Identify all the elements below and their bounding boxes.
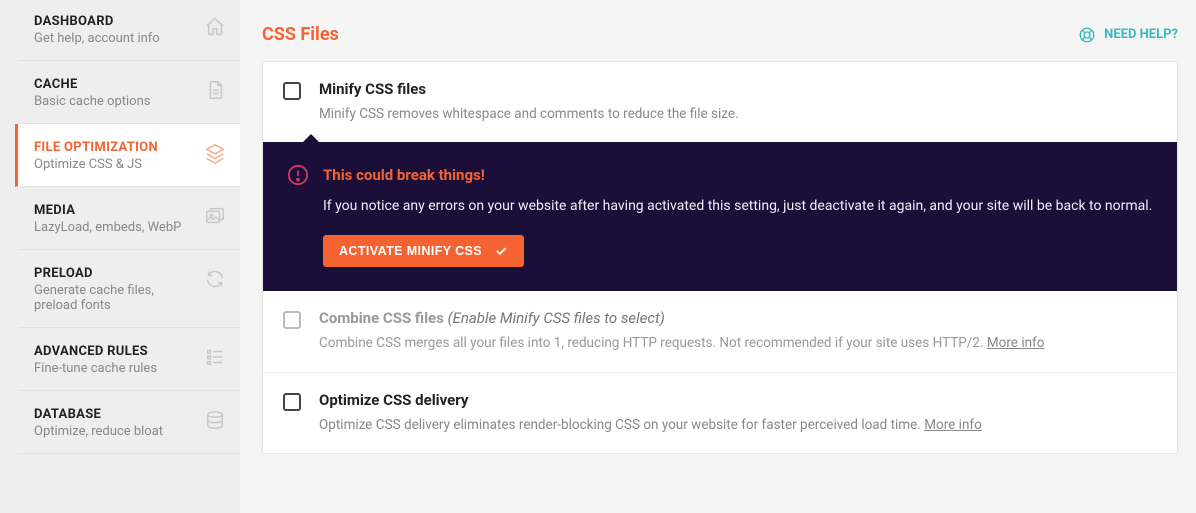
sidebar-item-title: CACHE — [34, 77, 196, 92]
sidebar-item-sub: Basic cache options — [34, 94, 196, 109]
need-help-link[interactable]: NEED HELP? — [1078, 26, 1178, 44]
images-icon — [204, 205, 226, 227]
home-icon — [204, 16, 226, 38]
warning-body: If you notice any errors on your website… — [323, 196, 1153, 217]
main-content: CSS Files NEED HELP? Minify CSS files Mi… — [240, 0, 1196, 513]
option-combine-css: Combine CSS files (Enable Minify CSS fil… — [263, 291, 1177, 372]
option-title: Minify CSS files — [319, 80, 1157, 98]
sidebar-item-title: PRELOAD — [34, 266, 196, 281]
sidebar-item-preload[interactable]: PRELOAD Generate cache files, preload fo… — [18, 250, 240, 328]
minify-css-checkbox[interactable] — [283, 82, 301, 100]
option-minify-css: Minify CSS files Minify CSS removes whit… — [263, 62, 1177, 142]
refresh-icon — [204, 268, 226, 290]
warning-panel: This could break things! If you notice a… — [263, 142, 1177, 291]
main-header: CSS Files NEED HELP? — [262, 14, 1178, 61]
database-icon — [204, 409, 226, 431]
sidebar-item-title: FILE OPTIMIZATION — [34, 140, 196, 155]
sidebar-item-sub: Get help, account info — [34, 31, 196, 46]
sidebar-item-sub: Optimize, reduce bloat — [34, 424, 196, 439]
sidebar-item-advanced-rules[interactable]: ADVANCED RULES Fine-tune cache rules — [18, 328, 240, 391]
options-panel: Minify CSS files Minify CSS removes whit… — [262, 61, 1178, 454]
alert-icon — [287, 164, 309, 186]
checklist-icon — [204, 346, 226, 368]
help-label: NEED HELP? — [1104, 27, 1178, 42]
sidebar-item-sub: Generate cache files, preload fonts — [34, 283, 196, 313]
option-desc: Minify CSS removes whitespace and commen… — [319, 104, 1157, 124]
option-desc: Optimize CSS delivery eliminates render-… — [319, 415, 1157, 435]
activate-minify-css-button[interactable]: ACTIVATE MINIFY CSS — [323, 235, 524, 267]
layers-icon — [204, 142, 226, 164]
sidebar-item-sub: Optimize CSS & JS — [34, 157, 196, 172]
combine-css-checkbox — [283, 311, 301, 329]
option-title: Combine CSS files (Enable Minify CSS fil… — [319, 309, 1157, 327]
option-hint: (Enable Minify CSS files to select) — [448, 309, 665, 327]
sidebar: DASHBOARD Get help, account info CACHE B… — [0, 0, 240, 513]
sidebar-item-dashboard[interactable]: DASHBOARD Get help, account info — [18, 0, 240, 61]
sidebar-item-database[interactable]: DATABASE Optimize, reduce bloat — [18, 391, 240, 454]
option-title: Optimize CSS delivery — [319, 391, 1157, 409]
sidebar-item-file-optimization[interactable]: FILE OPTIMIZATION Optimize CSS & JS — [15, 124, 240, 187]
optimize-css-checkbox[interactable] — [283, 393, 301, 411]
more-info-link[interactable]: More info — [924, 417, 982, 433]
option-desc: Combine CSS merges all your files into 1… — [319, 333, 1157, 353]
sidebar-item-title: DATABASE — [34, 407, 196, 422]
option-optimize-css-delivery: Optimize CSS delivery Optimize CSS deliv… — [263, 373, 1177, 453]
check-icon — [494, 244, 508, 258]
document-icon — [204, 79, 226, 101]
sidebar-item-title: ADVANCED RULES — [34, 344, 196, 359]
sidebar-item-media[interactable]: MEDIA LazyLoad, embeds, WebP — [18, 187, 240, 250]
section-title: CSS Files — [262, 24, 339, 45]
sidebar-item-sub: Fine-tune cache rules — [34, 361, 196, 376]
sidebar-item-cache[interactable]: CACHE Basic cache options — [18, 61, 240, 124]
sidebar-item-sub: LazyLoad, embeds, WebP — [34, 220, 196, 235]
sidebar-item-title: DASHBOARD — [34, 14, 196, 29]
more-info-link[interactable]: More info — [987, 335, 1045, 351]
sidebar-item-title: MEDIA — [34, 203, 196, 218]
button-label: ACTIVATE MINIFY CSS — [339, 244, 482, 258]
lifebuoy-icon — [1078, 26, 1096, 44]
warning-title: This could break things! — [323, 166, 485, 184]
